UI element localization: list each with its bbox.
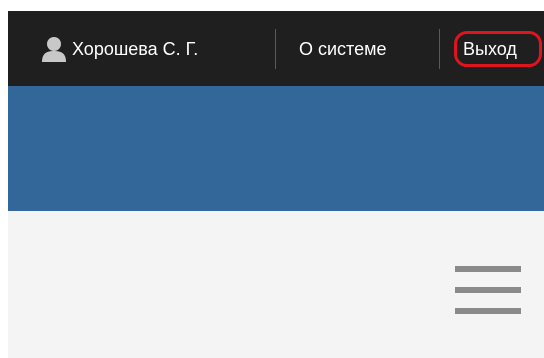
menu-bar-line — [455, 308, 521, 314]
page: Хорошева С. Г. О системе Выход — [0, 0, 544, 358]
user-name: Хорошева С. Г. — [72, 38, 199, 59]
divider — [275, 29, 276, 69]
top-navigation-bar: Хорошева С. Г. О системе Выход — [8, 11, 544, 86]
user-profile-link[interactable]: Хорошева С. Г. — [42, 35, 198, 63]
menu-bar-line — [455, 287, 521, 293]
divider — [439, 29, 440, 69]
menu-bar-line — [455, 266, 521, 272]
logout-link[interactable]: Выход — [454, 31, 542, 67]
header-banner — [8, 86, 544, 211]
user-icon — [42, 37, 66, 62]
hamburger-menu-icon[interactable] — [455, 266, 521, 314]
about-system-link[interactable]: О системе — [299, 35, 387, 63]
